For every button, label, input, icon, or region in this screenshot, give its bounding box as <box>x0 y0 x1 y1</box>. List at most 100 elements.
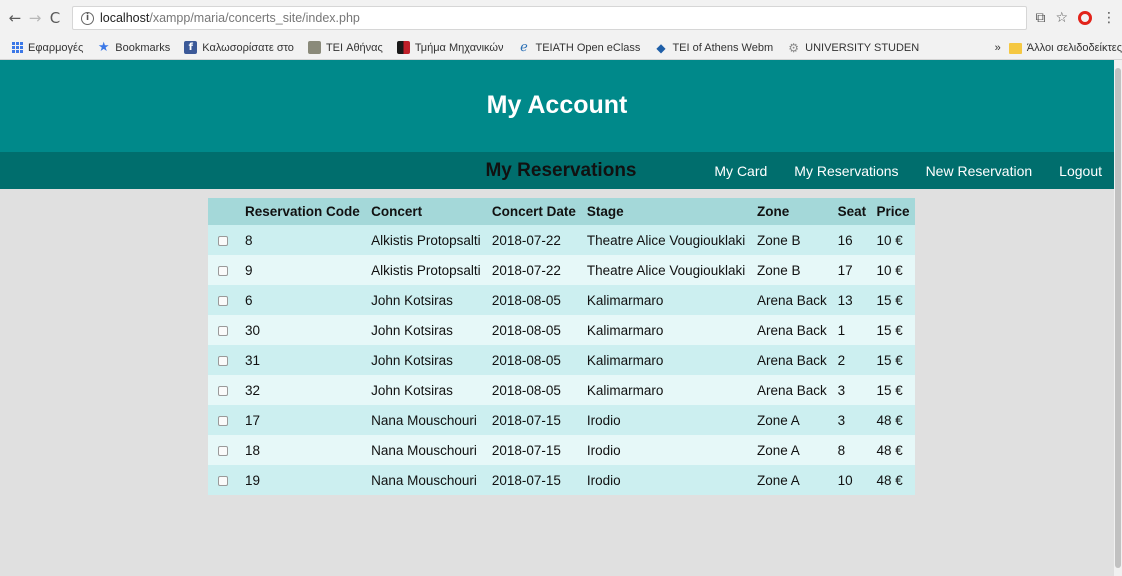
other-bookmarks-label[interactable]: Άλλοι σελιδοδείκτες <box>1027 42 1122 54</box>
cell-reservation-code: 32 <box>240 375 367 405</box>
bookmark-university[interactable]: ⚙ UNIVERSITY STUDEN <box>787 40 919 55</box>
row-checkbox[interactable] <box>218 445 228 456</box>
cell-price: 10 € <box>871 255 915 285</box>
reload-icon[interactable]: C <box>46 8 64 28</box>
url-path: /xampp/maria/concerts_site/index.php <box>149 11 360 25</box>
select-cell <box>208 375 240 405</box>
cell-zone: Arena Back <box>751 315 833 345</box>
bookmark-label: Καλωσορίσατε στο <box>202 41 294 54</box>
cell-zone: Arena Back <box>751 345 833 375</box>
cell-stage: Kalimarmaro <box>581 345 752 375</box>
cell-stage: Irodio <box>581 405 752 435</box>
tei-logo-icon <box>307 41 321 54</box>
table-row: 30 John Kotsiras 2018-08-05 Kalimarmaro Aren… <box>208 315 915 345</box>
bookmark-apps[interactable]: Εφαρμογές <box>12 42 83 54</box>
cell-reservation-code: 30 <box>240 315 367 345</box>
cell-zone: Arena Back <box>751 375 833 405</box>
bookmark-webmail[interactable]: ◆ TEI of Athens Webm <box>654 40 773 55</box>
cell-seat: 3 <box>832 405 872 435</box>
select-cell <box>208 285 240 315</box>
bookmark-bookmarks[interactable]: ★ Bookmarks <box>97 40 171 55</box>
column-header-zone: Zone <box>751 198 833 225</box>
column-header-select <box>208 198 240 225</box>
bookmark-label: Εφαρμογές <box>28 41 84 54</box>
url-host: localhost <box>100 11 150 25</box>
row-checkbox[interactable] <box>218 355 228 366</box>
cell-concert: Alkistis Protopsalti <box>366 255 487 285</box>
bookmark-tei[interactable]: TEI Αθήνας <box>307 41 383 54</box>
cell-price: 48 € <box>871 435 915 465</box>
forward-arrow-icon[interactable]: → <box>26 8 44 28</box>
row-checkbox[interactable] <box>218 385 228 396</box>
table-row: 19 Nana Mouschouri 2018-07-15 Irodio Zone A1… <box>208 465 915 495</box>
cell-reservation-code: 31 <box>240 345 367 375</box>
row-checkbox[interactable] <box>218 415 228 426</box>
cell-concert: Nana Mouschouri <box>366 435 487 465</box>
department-logo-icon <box>396 41 410 54</box>
bookmark-label: Bookmarks <box>115 41 171 54</box>
cell-reservation-code: 8 <box>240 225 367 255</box>
cell-concert: Nana Mouschouri <box>366 465 487 495</box>
select-cell <box>208 225 240 255</box>
cell-price: 15 € <box>871 345 915 375</box>
row-checkbox[interactable] <box>218 325 228 336</box>
cell-zone: Zone A <box>751 405 833 435</box>
cell-concert-date: 2018-08-05 <box>486 315 582 345</box>
star-icon: ★ <box>97 40 110 55</box>
cell-seat: 13 <box>832 285 872 315</box>
cell-reservation-code: 19 <box>240 465 367 495</box>
row-checkbox[interactable] <box>218 295 228 306</box>
bookmark-department[interactable]: Τμήμα Μηχανικών <box>396 41 503 54</box>
bookmark-label: TEIATH Open eClass <box>535 41 641 54</box>
menu-dots-icon[interactable]: ⋮ <box>1102 10 1116 26</box>
page-scrollbar[interactable] <box>1114 60 1122 576</box>
bookmarks-overflow: » Άλλοι σελιδοδείκτες <box>988 36 1122 59</box>
cell-concert-date: 2018-08-05 <box>486 345 582 375</box>
facebook-icon: f <box>184 41 198 54</box>
cell-concert-date: 2018-07-22 <box>486 225 582 255</box>
table-row: 32 John Kotsiras 2018-08-05 Kalimarmaro Aren… <box>208 375 915 405</box>
folder-icon <box>1008 42 1022 54</box>
webmail-icon: ◆ <box>656 40 666 55</box>
cell-reservation-code: 9 <box>240 255 367 285</box>
back-arrow-icon[interactable]: ← <box>6 8 24 28</box>
cell-reservation-code: 17 <box>240 405 367 435</box>
select-cell <box>208 255 240 285</box>
cell-concert-date: 2018-07-15 <box>486 405 582 435</box>
bookmark-star-icon[interactable]: ☆ <box>1055 10 1068 26</box>
row-checkbox[interactable] <box>218 265 228 276</box>
cell-reservation-code: 18 <box>240 435 367 465</box>
row-checkbox[interactable] <box>218 475 228 486</box>
column-header-concert: Concert <box>366 198 487 225</box>
cell-stage: Kalimarmaro <box>581 285 752 315</box>
cell-reservation-code: 6 <box>240 285 367 315</box>
cell-concert: John Kotsiras <box>366 375 487 405</box>
cell-seat: 8 <box>832 435 872 465</box>
translate-icon[interactable]: ⧉ <box>1035 10 1045 26</box>
cell-concert-date: 2018-07-15 <box>486 465 582 495</box>
opera-extension-icon[interactable] <box>1078 11 1092 25</box>
cell-seat: 17 <box>832 255 872 285</box>
select-cell <box>208 435 240 465</box>
bookmarks-overflow-chevron-icon[interactable]: » <box>995 42 1001 54</box>
cell-concert-date: 2018-08-05 <box>486 285 582 315</box>
cell-price: 48 € <box>871 405 915 435</box>
site-info-icon[interactable]: i <box>81 11 94 25</box>
address-bar[interactable]: i localhost/xampp/maria/concerts_site/in… <box>72 6 1028 30</box>
cell-concert: John Kotsiras <box>366 315 487 345</box>
column-header-reservation-code: Reservation Code <box>240 198 367 225</box>
cell-seat: 3 <box>832 375 872 405</box>
scrollbar-thumb[interactable] <box>1115 68 1121 568</box>
table-row: 18 Nana Mouschouri 2018-07-15 Irodio Zone A8… <box>208 435 915 465</box>
university-icon: ⚙ <box>788 40 799 55</box>
table-header-row: Reservation Code Concert Concert Date St… <box>208 198 915 225</box>
bookmark-facebook[interactable]: f Καλωσορίσατε στο <box>184 41 294 54</box>
table-row: 17 Nana Mouschouri 2018-07-15 Irodio Zone A3… <box>208 405 915 435</box>
column-header-seat: Seat <box>832 198 872 225</box>
row-checkbox[interactable] <box>218 235 228 246</box>
cell-seat: 10 <box>832 465 872 495</box>
bookmark-eclass[interactable]: ℯ TEIATH Open eClass <box>517 40 641 55</box>
cell-stage: Irodio <box>581 435 752 465</box>
cell-stage: Irodio <box>581 465 752 495</box>
cell-zone: Zone B <box>751 255 833 285</box>
